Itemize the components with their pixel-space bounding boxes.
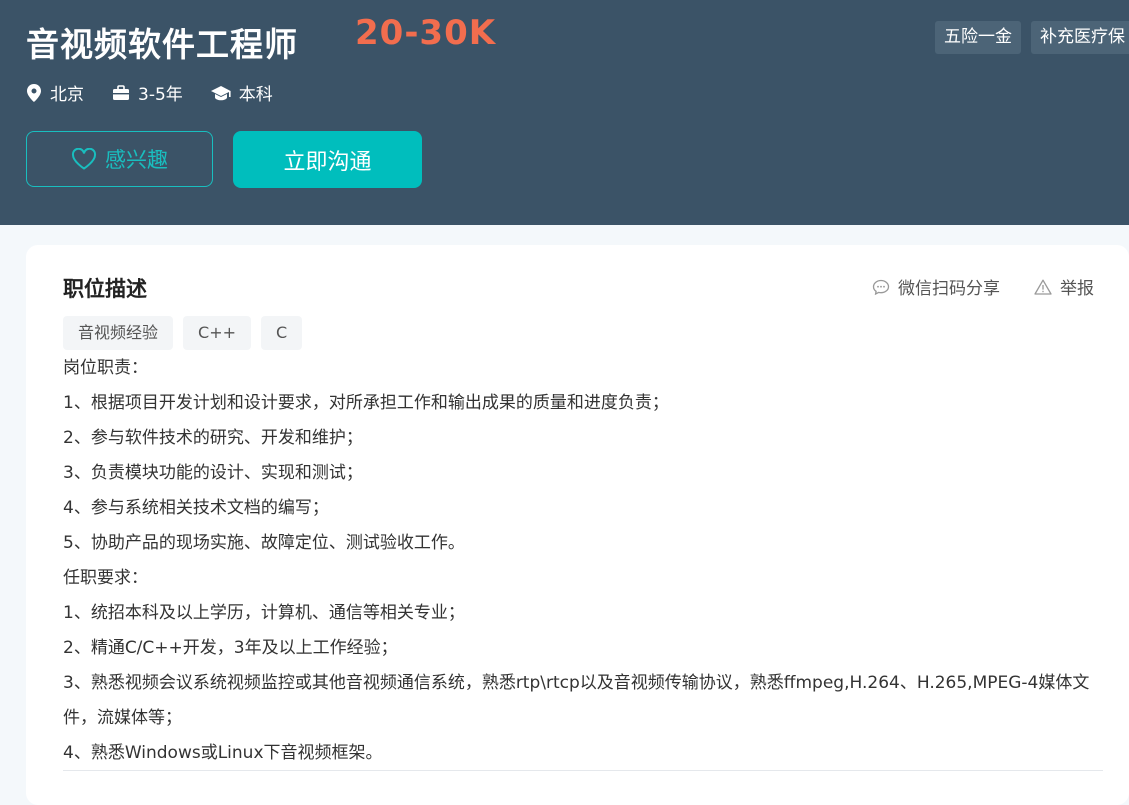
- description-line: 3、负责模块功能的设计、实现和测试；: [63, 463, 363, 483]
- job-description-card: 职位描述 微信扫码分享 举报 音视频经验 C++ C 岗位职责： 1、根据项目开…: [26, 245, 1129, 805]
- location: 北京: [26, 80, 84, 105]
- skill-tag: 音视频经验: [63, 316, 174, 350]
- description-line: 1、统招本科及以上学历，计算机、通信等相关专业；: [63, 603, 465, 623]
- section-title: 职位描述: [63, 277, 147, 301]
- benefit-tag: 补充医疗保: [1031, 21, 1129, 54]
- education-text: 本科: [238, 85, 273, 105]
- heart-icon: [71, 148, 97, 170]
- wechat-share-button[interactable]: 微信扫码分享: [872, 274, 1000, 299]
- description-line: 2、参与软件技术的研究、开发和维护；: [63, 428, 363, 448]
- report-label: 举报: [1060, 279, 1094, 299]
- warning-icon: [1034, 279, 1052, 295]
- salary: 20-30K: [355, 13, 497, 53]
- skill-tags: 音视频经验 C++ C: [63, 316, 303, 350]
- description-line: 4、参与系统相关技术文档的编写；: [63, 498, 329, 518]
- description-line: 任职要求：: [63, 568, 148, 588]
- benefit-tags: 五险一金 补充医疗保: [935, 21, 1129, 54]
- card-actions: 微信扫码分享 举报: [838, 274, 1094, 299]
- description-line: 4、熟悉Windows或Linux下音视频框架。: [63, 743, 383, 763]
- graduation-cap-icon: [210, 85, 231, 100]
- description-line: 1、根据项目开发计划和设计要求，对所承担工作和输出成果的质量和进度负责；: [63, 393, 669, 413]
- skill-tag: C++: [183, 316, 251, 350]
- description-line: 3、熟悉视频会议系统视频监控或其他音视频通信系统，熟悉rtp\rtcp以及音视频…: [63, 673, 1090, 728]
- experience: 3-5年: [112, 80, 183, 105]
- job-header: 音视频软件工程师 20-30K 五险一金 补充医疗保 北京 3-5年 本科 感兴…: [0, 0, 1129, 225]
- skill-tag: C: [261, 316, 303, 350]
- divider: [63, 770, 1103, 771]
- education: 本科: [210, 80, 273, 105]
- description-line: 岗位职责：: [63, 358, 148, 378]
- share-label: 微信扫码分享: [898, 279, 1000, 299]
- interest-label: 感兴趣: [105, 148, 168, 172]
- job-description-text: 岗位职责： 1、根据项目开发计划和设计要求，对所承担工作和输出成果的质量和进度负…: [63, 351, 1103, 771]
- description-line: 5、协助产品的现场实施、故障定位、测试验收工作。: [63, 533, 465, 553]
- job-meta: 北京 3-5年 本科: [26, 80, 301, 105]
- location-pin-icon: [27, 83, 41, 102]
- interest-button[interactable]: 感兴趣: [26, 131, 213, 187]
- briefcase-icon: [113, 84, 129, 100]
- location-text: 北京: [50, 85, 84, 105]
- benefit-tag: 五险一金: [935, 21, 1021, 54]
- experience-text: 3-5年: [138, 85, 183, 105]
- job-title: 音视频软件工程师: [26, 25, 298, 64]
- chat-bubble-icon: [872, 279, 890, 295]
- chat-now-button[interactable]: 立即沟通: [233, 131, 422, 188]
- description-line: 2、精通C/C++开发，3年及以上工作经验；: [63, 638, 398, 658]
- report-button[interactable]: 举报: [1034, 274, 1094, 299]
